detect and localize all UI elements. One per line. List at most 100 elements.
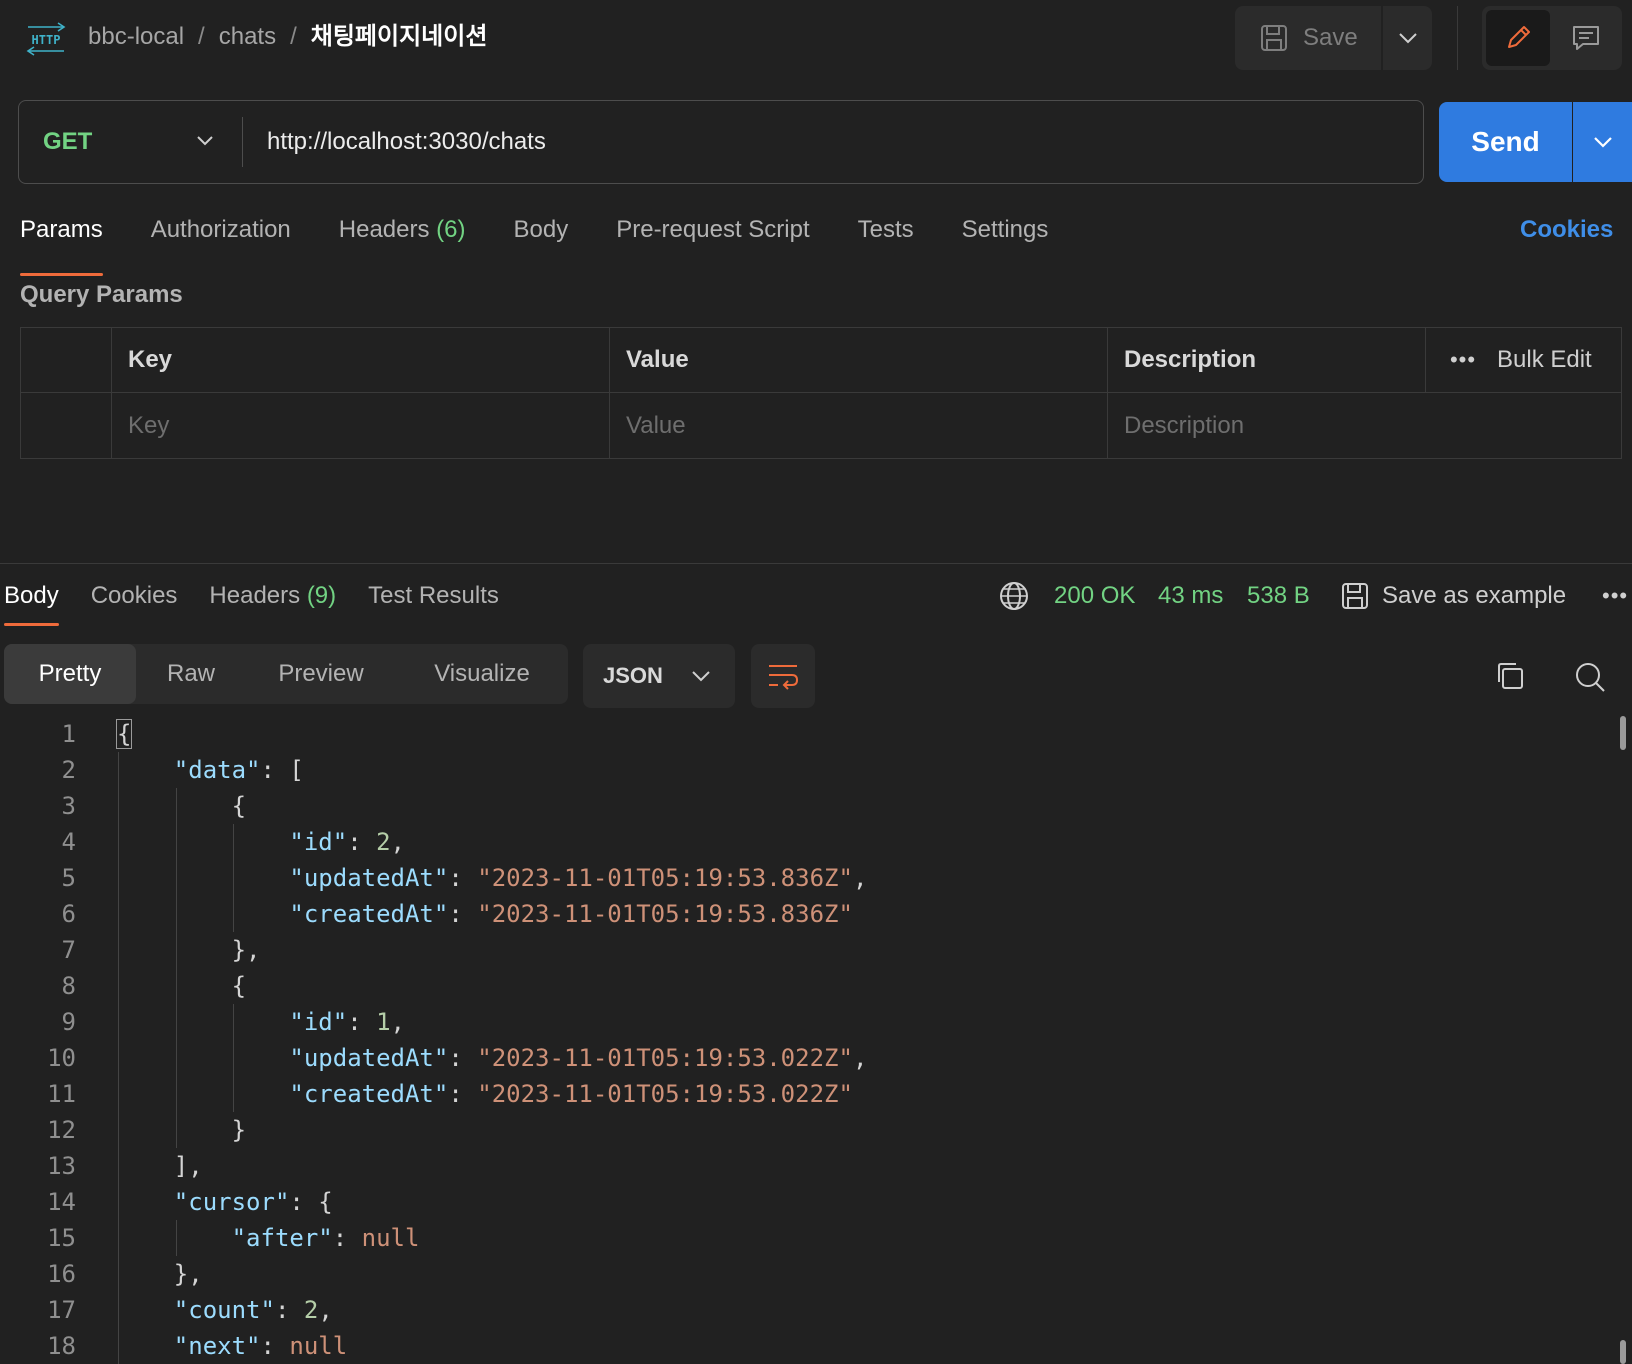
save-as-example-button[interactable]: Save as example — [1340, 578, 1566, 614]
send-options-button[interactable] — [1573, 102, 1632, 182]
tab-settings[interactable]: Settings — [962, 212, 1049, 262]
code-line: 9 "id": 1, — [0, 1004, 1600, 1040]
code-line: 1{ — [0, 716, 1600, 752]
line-number: 14 — [47, 1188, 76, 1216]
toolbar-divider — [1457, 6, 1458, 70]
query-params-title: Query Params — [20, 281, 183, 308]
tab-tests[interactable]: Tests — [858, 212, 914, 262]
code-line: 4 "id": 2, — [0, 824, 1600, 860]
scrollbar[interactable] — [1614, 716, 1626, 1364]
code-text: "createdAt": "2023-11-01T05:19:53.022Z" — [289, 1080, 853, 1108]
pencil-icon — [1508, 26, 1530, 48]
line-number: 1 — [61, 720, 76, 748]
column-header-description: Description — [1107, 328, 1425, 392]
chevron-down-icon[interactable] — [195, 129, 215, 153]
description-input[interactable] — [1124, 411, 1623, 440]
response-time[interactable]: 43 ms — [1158, 578, 1223, 614]
tab-body[interactable]: Body — [514, 212, 569, 262]
view-tab-pretty[interactable]: Pretty — [4, 644, 136, 704]
code-text: "data": [ — [173, 756, 304, 784]
response-tab-test-results[interactable]: Test Results — [368, 578, 499, 614]
view-tab-raw[interactable]: Raw — [136, 644, 246, 704]
response-view-tabs: Pretty Raw Preview Visualize — [4, 644, 568, 704]
line-number: 4 — [61, 828, 76, 856]
code-line: 18 "next": null — [0, 1328, 1600, 1364]
scrollbar-thumb[interactable] — [1620, 716, 1626, 750]
response-divider[interactable] — [0, 563, 1632, 564]
save-label: Save — [1303, 24, 1358, 51]
code-text: "next": null — [173, 1332, 348, 1360]
response-headers-count: (9) — [306, 582, 337, 609]
save-options-button[interactable] — [1383, 6, 1432, 70]
send-button[interactable]: Send — [1439, 102, 1572, 182]
code-line: 10 "updatedAt": "2023-11-01T05:19:53.022… — [0, 1040, 1600, 1076]
line-number: 3 — [61, 792, 76, 820]
column-header-key: Key — [111, 328, 609, 392]
view-tab-visualize[interactable]: Visualize — [396, 644, 568, 704]
top-bar: HTTP bbc-local / chats / 채팅페이지네이션 Save — [0, 0, 1632, 78]
code-line: 13 ], — [0, 1148, 1600, 1184]
checkbox-column-header — [21, 328, 111, 392]
response-more-icon[interactable]: ••• — [1602, 578, 1628, 614]
response-body-viewer[interactable]: 1{2 "data": [3 {4 "id": 2, 5 "updatedAt":… — [0, 716, 1614, 1364]
line-number: 9 — [61, 1008, 76, 1036]
code-line: 5 "updatedAt": "2023-11-01T05:19:53.836Z… — [0, 860, 1600, 896]
scrollbar-thumb-bottom[interactable] — [1620, 1340, 1626, 1364]
tab-headers[interactable]: Headers (6) — [339, 212, 466, 262]
indent-guide — [233, 824, 235, 932]
indent-guide — [175, 788, 177, 1148]
code-text: "cursor": { — [173, 1188, 333, 1216]
line-number: 7 — [61, 936, 76, 964]
word-wrap-button[interactable] — [751, 644, 815, 708]
tab-headers-count: (6) — [436, 216, 466, 243]
comment-icon — [1573, 26, 1599, 50]
line-number: 6 — [61, 900, 76, 928]
response-status[interactable]: 200 OK — [1054, 578, 1135, 614]
save-button[interactable]: Save — [1235, 6, 1381, 70]
response-size[interactable]: 538 B — [1247, 578, 1310, 614]
table-row — [21, 393, 1623, 458]
request-tabs: Params Authorization Headers (6) Body Pr… — [20, 212, 1096, 276]
code-text: "id": 1, — [289, 1008, 405, 1036]
code-line: 17 "count": 2, — [0, 1292, 1600, 1328]
comments-button[interactable] — [1554, 10, 1618, 66]
breadcrumb-separator: / — [290, 23, 297, 50]
breadcrumb-collection[interactable]: chats — [219, 20, 276, 54]
tab-authorization[interactable]: Authorization — [151, 212, 291, 262]
chevron-down-icon — [1593, 137, 1612, 148]
cookies-link[interactable]: Cookies — [1520, 212, 1613, 248]
edit-mode-button[interactable] — [1486, 10, 1550, 66]
url-divider — [242, 117, 243, 167]
format-select[interactable]: JSON — [583, 644, 735, 708]
row-checkbox-cell — [21, 393, 111, 458]
key-input[interactable] — [128, 411, 609, 440]
request-name[interactable]: 채팅페이지네이션 — [311, 20, 488, 54]
code-text: } — [116, 1116, 247, 1144]
more-options-icon[interactable]: ••• — [1443, 342, 1483, 378]
copy-icon[interactable] — [1494, 660, 1526, 692]
value-input[interactable] — [626, 411, 1107, 440]
code-text: "after": null — [231, 1224, 420, 1252]
tab-headers-label: Headers — [338, 216, 430, 243]
line-number: 10 — [47, 1044, 76, 1072]
code-line: 8 { — [0, 968, 1600, 1004]
view-tab-preview[interactable]: Preview — [246, 644, 396, 704]
value-cell — [609, 393, 1107, 458]
response-tab-headers[interactable]: Headers (9) — [209, 578, 336, 614]
url-input[interactable] — [267, 123, 1407, 161]
code-line: 3 { — [0, 788, 1600, 824]
code-text: "updatedAt": "2023-11-01T05:19:53.836Z", — [289, 864, 868, 892]
table-header-row: Key Value Description ••• Bulk Edit — [21, 328, 1621, 393]
tab-params[interactable]: Params — [20, 212, 103, 276]
method-select[interactable]: GET — [43, 125, 92, 159]
globe-icon[interactable] — [998, 580, 1030, 612]
tab-prerequest-script[interactable]: Pre-request Script — [616, 212, 809, 262]
response-tab-body[interactable]: Body — [4, 578, 59, 626]
search-icon[interactable] — [1573, 660, 1607, 694]
code-line: 6 "createdAt": "2023-11-01T05:19:53.836Z… — [0, 896, 1600, 932]
indent-guide — [233, 1004, 235, 1112]
line-number: 18 — [47, 1332, 76, 1360]
response-tab-cookies[interactable]: Cookies — [91, 578, 178, 614]
breadcrumb-workspace[interactable]: bbc-local — [88, 20, 184, 54]
bulk-edit-button[interactable]: Bulk Edit — [1497, 342, 1592, 378]
